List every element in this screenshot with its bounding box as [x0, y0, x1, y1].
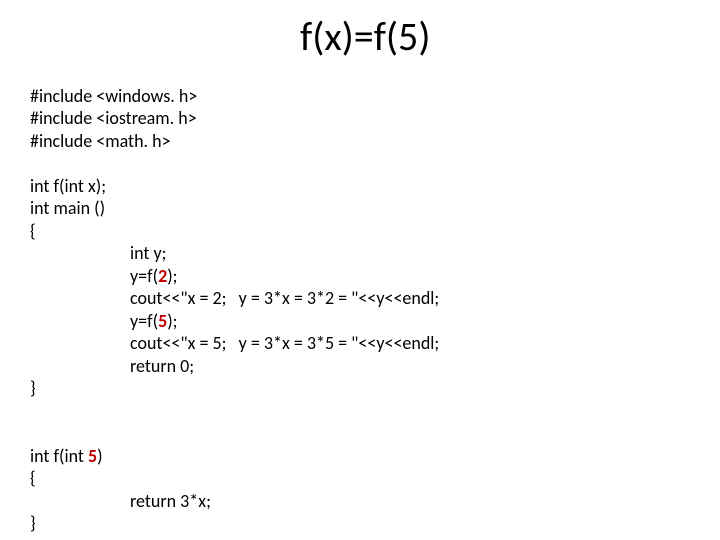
arg-highlight: 5 [158, 310, 167, 332]
stmt: cout<<"x = 5; y = 3*x = 3*5 = "<<y<<endl… [130, 332, 439, 354]
code-block: #include <windows. h> #include <iostream… [30, 62, 439, 535]
decl-line: int f(int x); [30, 175, 106, 197]
stmt: cout<<"x = 2; y = 3*x = 3*2 = "<<y<<endl… [130, 287, 439, 309]
include-line: #include <math. h> [30, 130, 171, 152]
brace: } [30, 512, 36, 534]
stmt-part: y=f( [130, 310, 158, 332]
brace: } [30, 377, 36, 399]
slide-title: f(x)=f(5) [300, 12, 430, 61]
param-highlight: 5 [88, 445, 97, 467]
arg-highlight: 2 [158, 265, 167, 287]
func-sig-part: int f(int [30, 445, 88, 467]
main-signature: int main () [30, 197, 105, 219]
stmt-part: ); [167, 310, 177, 332]
slide: f(x)=f(5) #include <windows. h> #include… [0, 0, 720, 540]
stmt-part: ); [167, 265, 177, 287]
include-line: #include <windows. h> [30, 85, 197, 107]
stmt: return 3*x; [130, 490, 211, 512]
stmt-part: y=f( [130, 265, 158, 287]
brace: { [30, 220, 36, 242]
brace: { [30, 467, 36, 489]
func-sig-part: ) [97, 445, 102, 467]
include-line: #include <iostream. h> [30, 107, 197, 129]
stmt: int y; [130, 242, 166, 264]
stmt: return 0; [130, 355, 194, 377]
